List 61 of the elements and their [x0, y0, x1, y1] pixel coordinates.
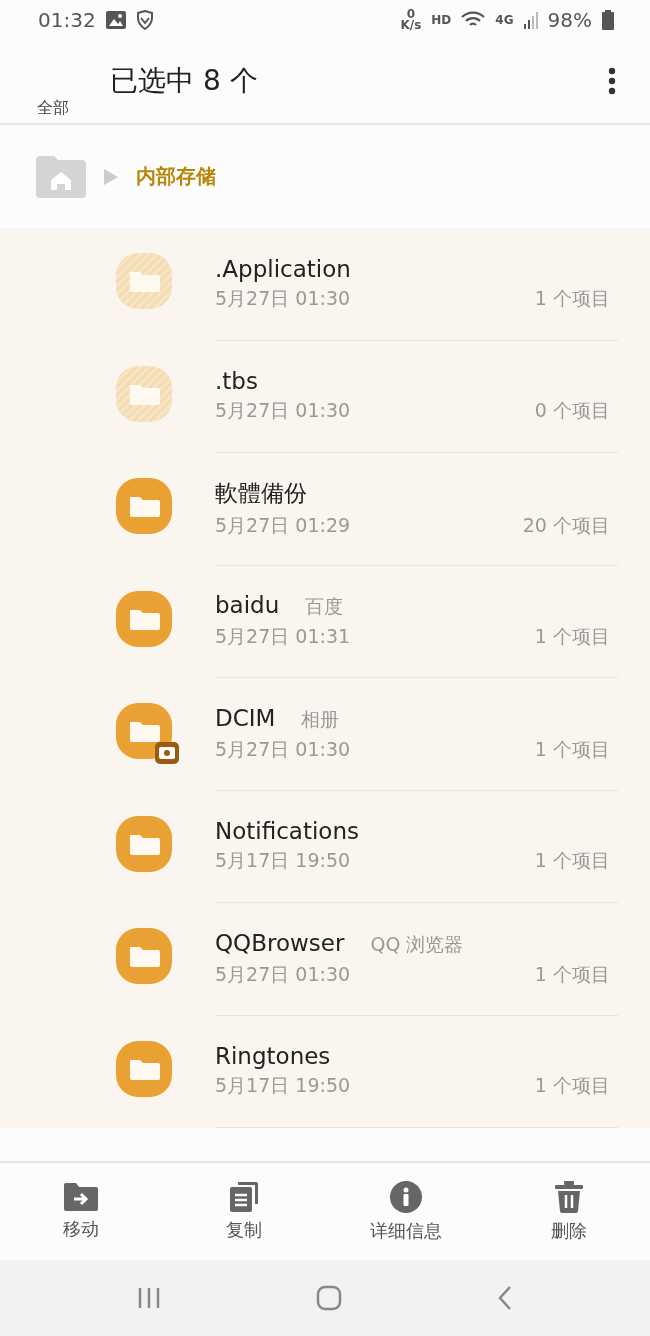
signal-icon [523, 11, 538, 29]
back-icon [496, 1285, 513, 1311]
camera-folder-icon [114, 702, 181, 767]
item-count: 1 个项目 [534, 1073, 610, 1099]
folder-row[interactable]: DCIM 相册 5月27日 01:30 1 个项目 [0, 678, 650, 791]
folder-name: Ringtones [215, 1043, 331, 1070]
info-icon [390, 1180, 423, 1213]
select-all-label[interactable]: 全部 [37, 98, 650, 119]
speed-value: 0 [406, 9, 416, 20]
folder-date: 5月17日 19:50 [215, 1073, 351, 1099]
folder-arrow-icon [64, 1182, 99, 1211]
folder-name: QQBrowser [215, 929, 345, 956]
hd-indicator: HD [431, 13, 452, 27]
folder-date: 5月27日 01:30 [215, 961, 351, 987]
trash-icon [554, 1180, 583, 1213]
folder-row[interactable]: baidu 百度 5月27日 01:31 1 个项目 [0, 565, 650, 678]
folder-name: baidu [215, 592, 280, 619]
action-button[interactable]: 详细信息 [325, 1163, 488, 1260]
item-count: 1 个项目 [534, 961, 610, 987]
copy-icon [229, 1181, 258, 1212]
chevron-right-icon [104, 168, 118, 185]
folder-row[interactable]: Ringtones 5月17日 19:50 1 个项目 [0, 1015, 650, 1128]
folder-date: 5月27日 01:30 [215, 736, 351, 762]
folder-row[interactable]: Notifications 5月17日 19:50 1 个项目 [0, 790, 650, 903]
folder-alias: 百度 [305, 594, 344, 620]
network-type: 4G [495, 13, 514, 27]
folder-name: Notifications [215, 818, 359, 845]
recent-apps-icon [137, 1286, 162, 1310]
folder-row[interactable]: .Application 5月27日 01:30 1 个项目 [0, 228, 650, 341]
item-count: 1 个项目 [534, 285, 610, 311]
folder-name: .Application [215, 255, 351, 282]
home-icon [316, 1285, 342, 1311]
folder-date: 5月27日 01:29 [215, 513, 351, 539]
battery-level: 98% [547, 8, 592, 32]
item-count: 1 个项目 [534, 624, 610, 650]
folder-row[interactable]: .tbs 5月27日 01:30 0 个项目 [0, 340, 650, 453]
clock: 01:32 [38, 8, 96, 32]
image-icon [105, 11, 126, 29]
action-button[interactable]: 删除 [487, 1163, 650, 1260]
folder-date: 5月27日 01:30 [215, 285, 351, 311]
folder-alias: QQ 浏览器 [370, 931, 464, 957]
action-button[interactable]: 复制 [162, 1163, 325, 1260]
folder-alias: 相册 [301, 706, 340, 732]
action-button[interactable]: 移动 [0, 1163, 163, 1260]
folder-date: 5月27日 01:30 [215, 398, 351, 424]
battery-icon [602, 10, 614, 30]
folder-date: 5月17日 19:50 [215, 848, 351, 874]
folder-name: DCIM [215, 704, 276, 731]
folder-date: 5月27日 01:31 [215, 624, 351, 650]
shield-icon [135, 10, 154, 30]
item-count: 0 个项目 [534, 398, 610, 424]
folder-row[interactable]: QQBrowser QQ 浏览器 5月27日 01:30 1 个项目 [0, 903, 650, 1016]
item-count: 20 个项目 [522, 513, 610, 539]
selection-title: 已选中 8 个 [110, 63, 259, 99]
folder-name: .tbs [215, 368, 258, 395]
more-options-icon[interactable] [608, 67, 616, 95]
folder-name: 軟體備份 [215, 479, 307, 509]
item-count: 1 个项目 [534, 736, 610, 762]
folder-row[interactable]: 軟體備份 5月27日 01:29 20 个项目 [0, 453, 650, 566]
speed-unit: K/s [400, 20, 422, 31]
item-count: 1 个项目 [534, 848, 610, 874]
